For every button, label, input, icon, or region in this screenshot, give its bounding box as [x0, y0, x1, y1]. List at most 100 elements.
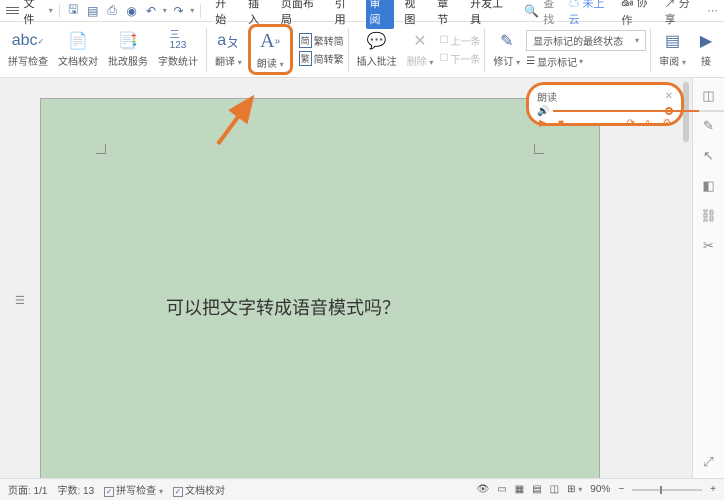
show-markup-label: 显示标记 — [537, 54, 577, 69]
delete-icon: ✕ — [410, 31, 430, 51]
annotation-arrow — [210, 92, 270, 155]
track-status-dropdown[interactable]: 显示标记的最终状态▾ — [526, 30, 646, 51]
next-label: 下一条 — [450, 51, 480, 66]
proofread-label: 文档校对 — [58, 53, 98, 68]
review-pane-icon: ▤ — [663, 31, 683, 51]
wordcount-label: 字数统计 — [158, 53, 198, 68]
status-bar: 页面: 1/1 字数: 13 ✓拼写检查 ▾ ✓文档校对 👁 ▭ ▦ ▤ ◫ ⊞… — [0, 478, 724, 500]
cht2chs-trad-label: 简转繁 — [314, 51, 344, 66]
simple-badge-icon: 简 — [299, 33, 312, 48]
markup-icon: ☰ — [526, 56, 535, 67]
next-icon: ☐ — [439, 53, 448, 64]
translate-button[interactable]: aㄆ 翻译 ▾ — [211, 24, 246, 75]
spellcheck-button[interactable]: abc✓ 拼写检查 — [4, 24, 52, 75]
save-icon[interactable]: 🖫 — [66, 3, 81, 19]
zoom-out-icon[interactable]: − — [618, 484, 624, 495]
approval-label: 批改服务 — [108, 53, 148, 68]
insert-comment-label: 插入批注 — [357, 53, 397, 68]
read-aloud-button[interactable]: A» 朗读 ▾ — [253, 29, 288, 70]
paragraph-icon: ☰ — [15, 294, 31, 310]
zoom-value[interactable]: 90% — [590, 484, 610, 495]
zoom-slider[interactable] — [632, 489, 702, 491]
read-aloud-highlight: A» 朗读 ▾ — [248, 24, 293, 75]
approval-icon: 📑 — [118, 31, 138, 51]
revision-label: 修订 ▾ — [493, 53, 520, 68]
spellcheck-label: 拼写检查 — [8, 53, 48, 68]
side-palette-icon[interactable]: ◧ — [701, 178, 717, 194]
side-expand-icon[interactable]: ⤢ — [701, 454, 717, 470]
view-outline-icon[interactable]: ◫ — [550, 484, 559, 495]
prev-label: 上一条 — [450, 33, 480, 48]
tts-speed-icon[interactable]: ⟳ — [625, 117, 637, 129]
side-select-icon[interactable]: ◫ — [701, 88, 717, 104]
side-toolbar: ◫ ✎ ↖ ◧ ⛓ ✂ ⤢ — [692, 78, 724, 478]
document-area: ☰ 可以把文字转成语音模式吗？ — [0, 78, 692, 478]
undo-icon[interactable]: ↶ — [143, 3, 158, 19]
tts-volume-slider[interactable]: 🔊 — [537, 106, 673, 116]
margin-corner-tl — [96, 144, 106, 154]
zoom-fit-icon[interactable]: ⊞ ▾ — [567, 484, 582, 495]
tts-settings-icon[interactable]: ⚙ — [661, 117, 673, 129]
wordcount-button[interactable]: 三123 字数统计 — [154, 24, 202, 75]
preview-icon[interactable]: ◉ — [124, 3, 139, 19]
approval-button[interactable]: 📑 批改服务 — [104, 24, 152, 75]
view-page-icon[interactable]: ▭ — [497, 484, 506, 495]
delete-comment-button[interactable]: ✕ 删除 ▾ — [403, 24, 438, 75]
search-icon[interactable]: 🔍 — [524, 3, 539, 19]
checkbox-icon: ✓ — [173, 487, 183, 497]
word-count[interactable]: 字数: 13 — [57, 482, 94, 497]
tts-play-icon[interactable]: ▶ — [537, 117, 549, 129]
accept-button[interactable]: ▶ 接 — [692, 24, 716, 75]
proofread-button[interactable]: 📄 文档校对 — [54, 24, 102, 75]
print-icon[interactable]: ⎙ — [105, 3, 120, 19]
side-clip-icon[interactable]: ✂ — [701, 238, 717, 254]
status-spellcheck[interactable]: ✓拼写检查 ▾ — [104, 482, 163, 497]
cht2chs-trad[interactable]: 繁简转繁 — [299, 51, 344, 66]
wordcount-icon: 三123 — [168, 31, 188, 51]
file-menu[interactable]: 文件 — [23, 0, 44, 27]
chs2cht-simple[interactable]: 简繁转简 — [299, 33, 344, 48]
document-page[interactable]: ☰ 可以把文字转成语音模式吗？ — [40, 98, 600, 478]
document-text[interactable]: 可以把文字转成语音模式吗？ — [166, 294, 400, 320]
search-label[interactable]: 查找 — [543, 0, 564, 27]
chs2cht-simple-label: 繁转简 — [314, 33, 344, 48]
redo-caret-icon[interactable]: ▾ — [190, 6, 194, 15]
separator — [59, 4, 60, 18]
insert-comment-button[interactable]: 💬 插入批注 — [353, 24, 401, 75]
side-chain-icon[interactable]: ⛓ — [701, 208, 717, 224]
tts-pitch-icon[interactable]: ∿ — [643, 117, 655, 129]
next-comment[interactable]: ☐下一条 — [439, 51, 480, 66]
collab-button[interactable]: ఊ 协作 — [621, 0, 656, 28]
delete-label: 删除 ▾ — [407, 53, 434, 68]
volume-icon: 🔊 — [537, 106, 549, 117]
redo-icon[interactable]: ↷ — [171, 3, 186, 19]
more-icon[interactable]: ⋯ — [707, 4, 718, 17]
view-web-icon[interactable]: ▤ — [532, 484, 541, 495]
vertical-scrollbar[interactable] — [680, 78, 692, 478]
tts-stop-icon[interactable]: ■ — [555, 117, 567, 129]
status-proofread[interactable]: ✓文档校对 — [173, 482, 225, 497]
menu-hamburger-icon[interactable] — [6, 7, 19, 14]
comment-icon: 💬 — [367, 31, 387, 51]
tab-chapter[interactable]: 章节 — [435, 0, 460, 29]
review-pane-button[interactable]: ▤ 审阅 ▾ — [655, 24, 690, 75]
read-aloud-icon: A» — [258, 29, 282, 53]
cloud-sync[interactable]: ☁ 未上云 — [568, 0, 613, 27]
zoom-in-icon[interactable]: + — [710, 484, 716, 495]
page-indicator[interactable]: 页面: 1/1 — [8, 482, 47, 497]
prev-comment[interactable]: ☐上一条 — [439, 33, 480, 48]
print-preview-icon[interactable]: ▤ — [85, 3, 100, 19]
revision-button[interactable]: ✎ 修订 ▾ — [489, 24, 524, 75]
side-cursor-icon[interactable]: ↖ — [701, 148, 717, 164]
separator — [348, 28, 349, 72]
tts-close-icon[interactable]: ✕ — [665, 91, 673, 102]
show-markup-button[interactable]: ☰显示标记▾ — [526, 54, 646, 69]
undo-caret-icon[interactable]: ▾ — [163, 6, 167, 15]
view-layout-icon[interactable]: ▦ — [515, 484, 524, 495]
markup-caret-icon: ▾ — [579, 57, 583, 66]
view-eye-icon[interactable]: 👁 — [477, 484, 490, 495]
separator — [206, 28, 207, 72]
scrollbar-thumb[interactable] — [683, 82, 689, 142]
side-pen-icon[interactable]: ✎ — [701, 118, 717, 134]
share-button[interactable]: ↗ 分享 — [665, 0, 699, 27]
